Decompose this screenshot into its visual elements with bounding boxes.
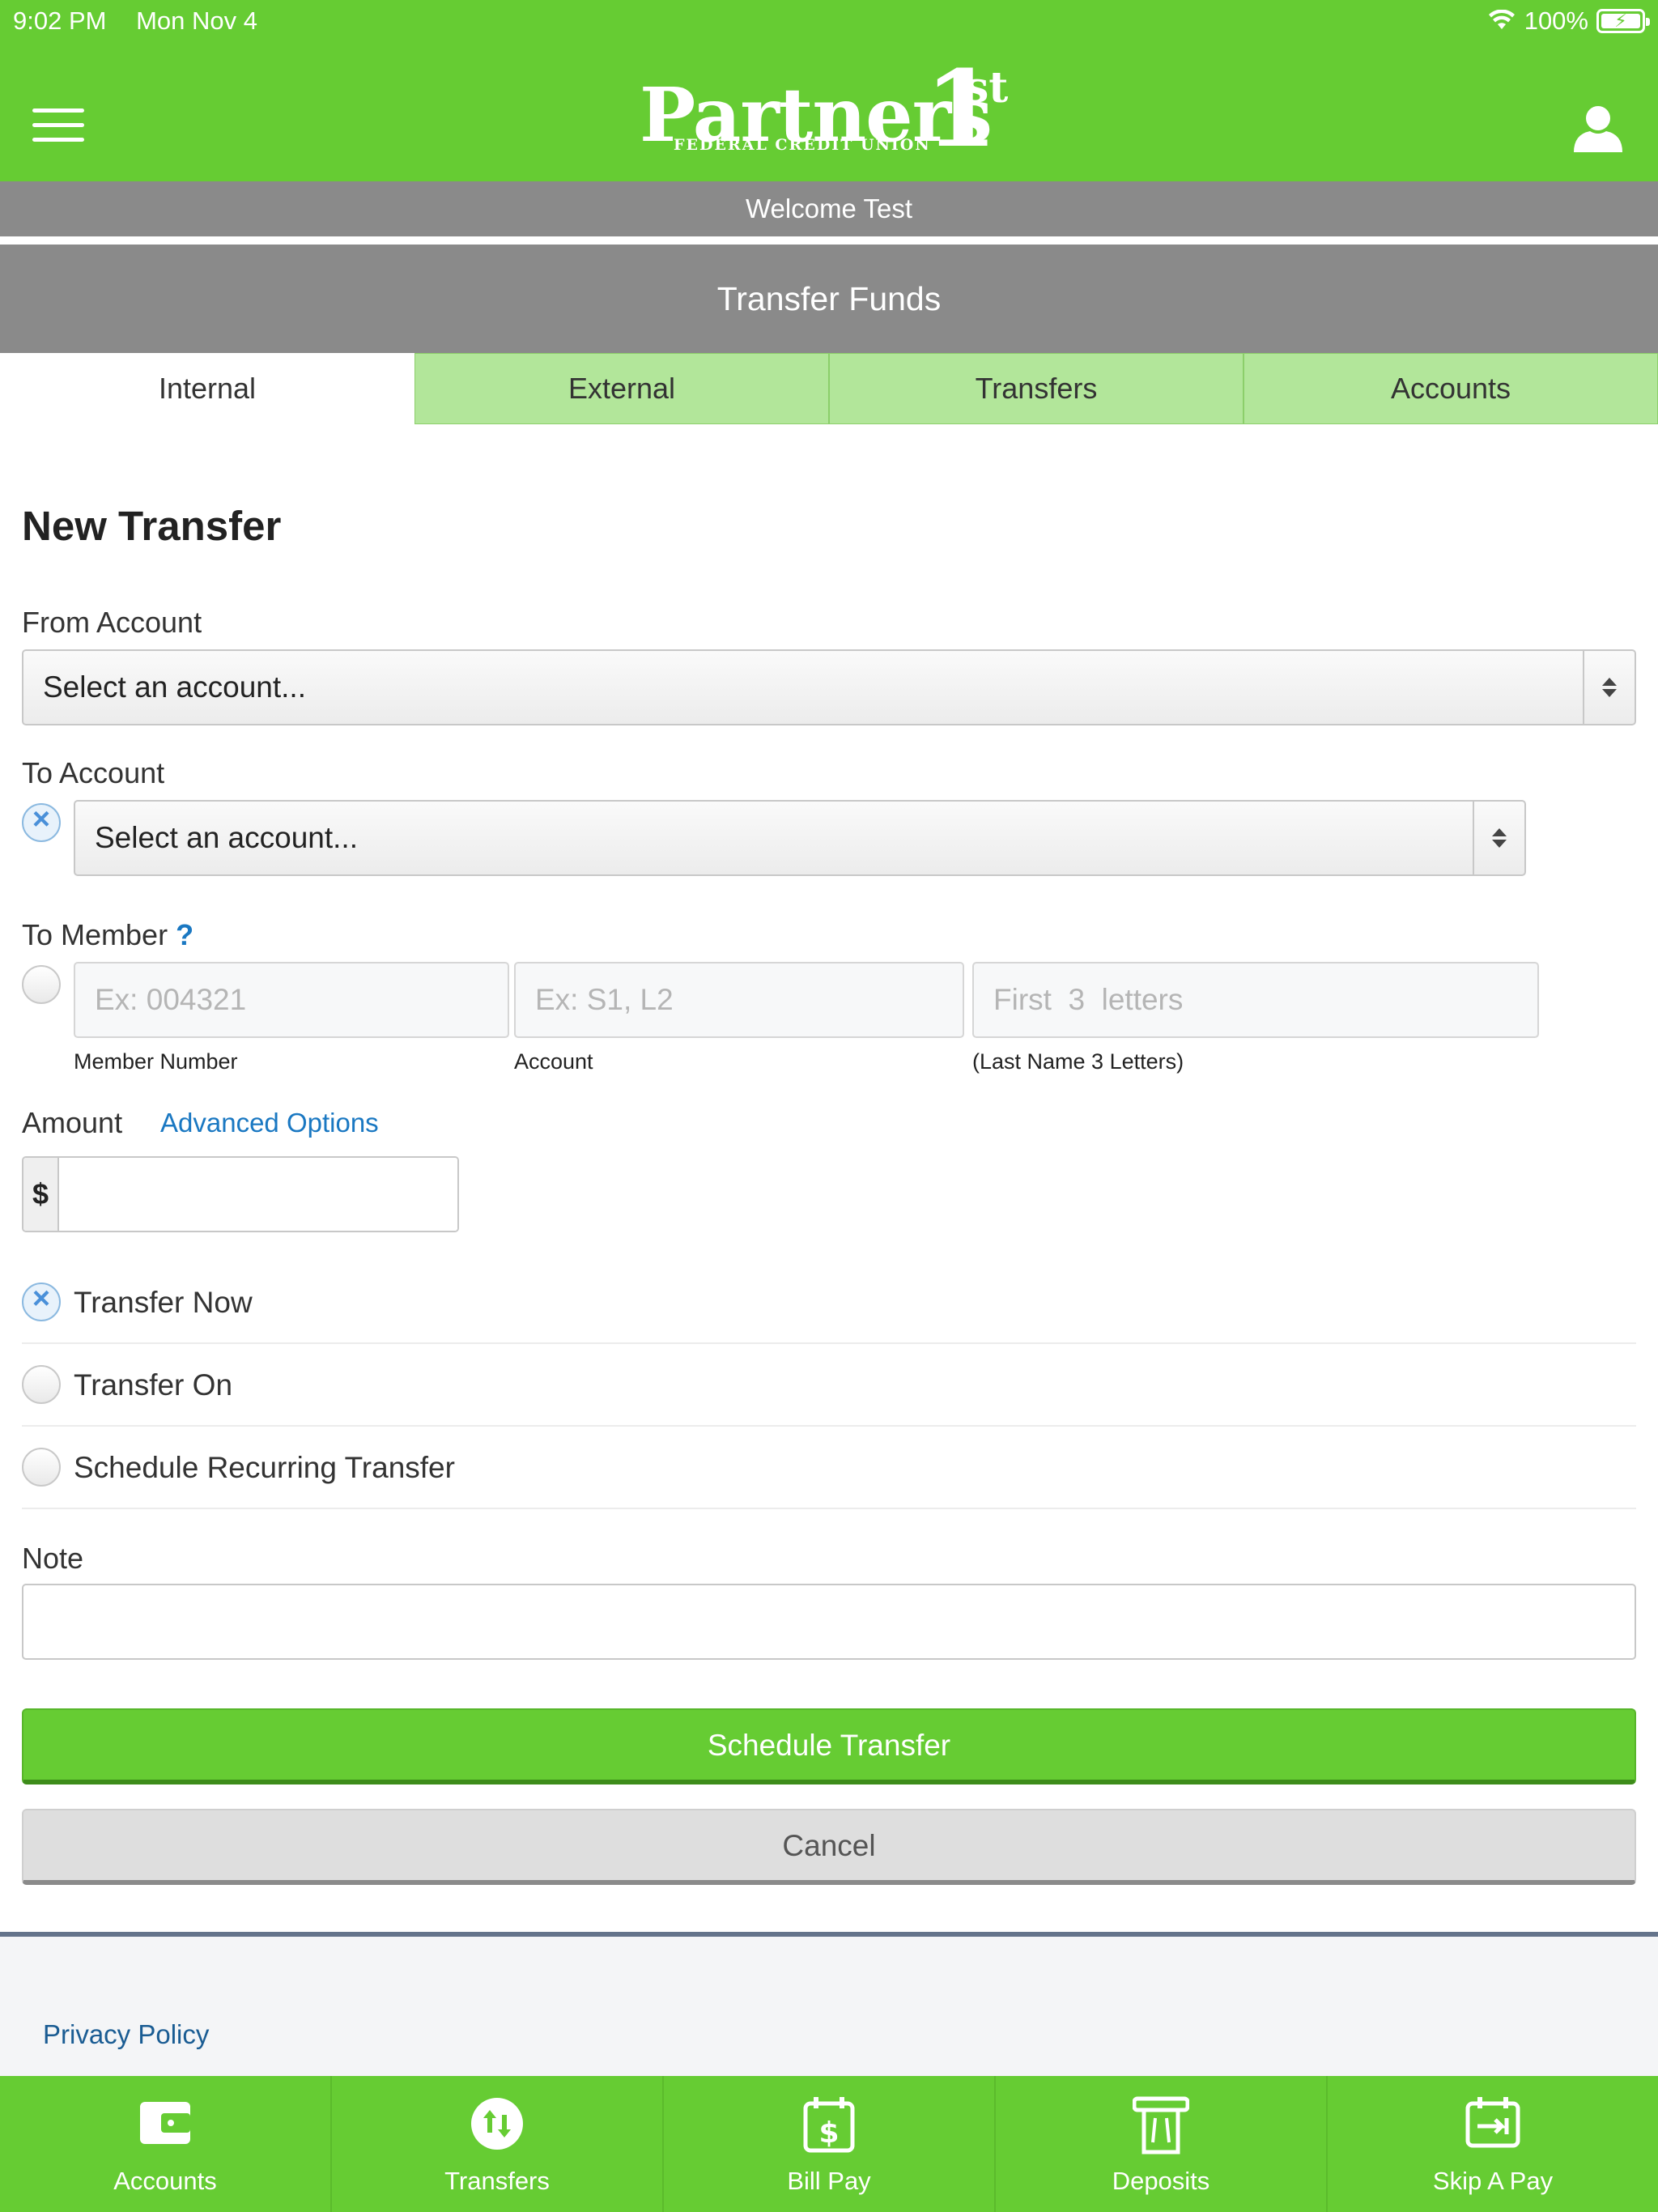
user-profile-icon[interactable] — [1571, 104, 1626, 154]
nav-deposits[interactable]: Deposits — [996, 2076, 1328, 2212]
nav-accounts[interactable]: Accounts — [0, 2076, 332, 2212]
to-account-value: Select an account... — [95, 821, 358, 854]
skip-calendar-icon — [1465, 2097, 1520, 2148]
select-arrows-icon — [1583, 651, 1635, 724]
from-account-select[interactable]: Select an account... — [22, 649, 1636, 725]
nav-bill-pay-label: Bill Pay — [787, 2167, 871, 2195]
last-name-input[interactable] — [972, 962, 1539, 1038]
tab-transfers[interactable]: Transfers — [829, 353, 1244, 424]
page-title: Transfer Funds — [0, 245, 1658, 353]
svg-text:$: $ — [818, 2116, 839, 2150]
amount-label: Amount — [22, 1106, 123, 1139]
welcome-bar: Welcome Test — [0, 181, 1658, 236]
nav-deposits-label: Deposits — [1112, 2167, 1210, 2195]
transfer-on-radio[interactable] — [22, 1365, 61, 1404]
transfer-now-label: Transfer Now — [74, 1286, 253, 1319]
note-input[interactable] — [22, 1584, 1636, 1660]
menu-icon[interactable] — [32, 108, 84, 143]
note-label: Note — [22, 1542, 84, 1575]
battery-icon: ⚡ — [1596, 9, 1650, 33]
tab-internal[interactable]: Internal — [0, 353, 414, 424]
partners-1st-logo: Partners 1 st FEDERAL CREDIT UNION — [640, 47, 1009, 171]
schedule-transfer-button[interactable]: Schedule Transfer — [22, 1708, 1636, 1784]
to-member-label: To Member ? — [22, 918, 194, 951]
from-account-value: Select an account... — [43, 670, 306, 704]
member-account-caption: Account — [514, 1049, 593, 1074]
battery-percent: 100% — [1524, 6, 1588, 35]
bottom-nav: Accounts Transfers $ Bill Pay Deposits S… — [0, 2076, 1658, 2212]
tab-accounts[interactable]: Accounts — [1244, 353, 1658, 424]
app-header: 9:02 PM Mon Nov 4 100% ⚡ Partners 1 st F… — [0, 0, 1658, 181]
nav-transfers[interactable]: Transfers — [332, 2076, 664, 2212]
nav-skip-a-pay-label: Skip A Pay — [1432, 2167, 1554, 2195]
bill-calendar-icon: $ — [803, 2097, 855, 2153]
transfer-on-label: Transfer On — [74, 1368, 233, 1402]
wifi-icon — [1488, 10, 1515, 29]
to-member-help-icon[interactable]: ? — [176, 918, 193, 951]
to-account-label: To Account — [22, 756, 165, 789]
last-name-caption: (Last Name 3 Letters) — [972, 1049, 1184, 1074]
to-account-radio[interactable] — [22, 802, 61, 842]
nav-accounts-label: Accounts — [113, 2167, 217, 2195]
schedule-recurring-radio[interactable] — [22, 1448, 61, 1487]
option-transfer-now[interactable]: Transfer Now — [22, 1263, 1636, 1344]
cancel-button[interactable]: Cancel — [22, 1809, 1636, 1885]
schedule-recurring-label: Schedule Recurring Transfer — [74, 1451, 455, 1484]
transfer-now-radio[interactable] — [22, 1282, 61, 1321]
check-deposit-icon — [1133, 2096, 1189, 2155]
nav-transfers-label: Transfers — [444, 2167, 550, 2195]
transfer-arrows-icon — [471, 2098, 523, 2150]
nav-skip-a-pay[interactable]: Skip A Pay — [1328, 2076, 1658, 2212]
from-account-label: From Account — [22, 606, 202, 639]
to-member-radio[interactable] — [22, 965, 61, 1004]
amount-field: $ — [22, 1156, 459, 1232]
privacy-policy-link[interactable]: Privacy Policy — [43, 2019, 209, 2050]
transfer-tabs: Internal External Transfers Accounts — [0, 353, 1658, 424]
footer: Privacy Policy — [0, 1937, 1658, 2076]
status-date: Mon Nov 4 — [136, 6, 257, 35]
nav-bill-pay[interactable]: $ Bill Pay — [664, 2076, 996, 2212]
currency-symbol: $ — [23, 1158, 59, 1231]
to-account-select[interactable]: Select an account... — [74, 800, 1526, 876]
option-schedule-recurring[interactable]: Schedule Recurring Transfer — [22, 1428, 1636, 1509]
option-transfer-on[interactable]: Transfer On — [22, 1346, 1636, 1427]
member-number-input[interactable] — [74, 962, 509, 1038]
status-time: 9:02 PM — [13, 6, 107, 35]
select-arrows-icon — [1473, 802, 1524, 874]
advanced-options-link[interactable]: Advanced Options — [160, 1108, 379, 1138]
form-heading: New Transfer — [22, 503, 282, 549]
member-number-caption: Member Number — [74, 1049, 238, 1074]
tab-external[interactable]: External — [414, 353, 829, 424]
amount-input[interactable] — [59, 1158, 457, 1231]
member-account-input[interactable] — [514, 962, 964, 1038]
wallet-icon — [140, 2102, 190, 2144]
status-bar: 9:02 PM Mon Nov 4 100% ⚡ — [13, 6, 1650, 36]
